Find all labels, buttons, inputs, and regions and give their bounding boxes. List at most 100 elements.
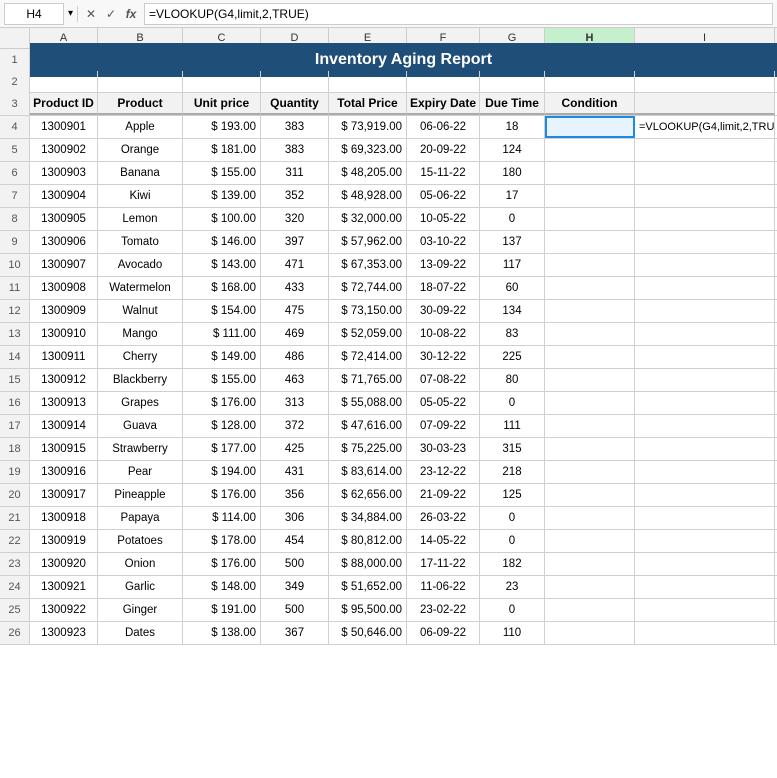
cell-expiry-date[interactable]: 11-06-22: [407, 576, 480, 598]
cell-quantity[interactable]: 469: [261, 323, 329, 345]
cell-unit-price[interactable]: $ 149.00: [183, 346, 261, 368]
cell-quantity[interactable]: 306: [261, 507, 329, 529]
cell-due-time[interactable]: 125: [480, 484, 545, 506]
cell-due-time[interactable]: 0: [480, 507, 545, 529]
cell-condition[interactable]: [545, 576, 635, 598]
cell-total-price[interactable]: $ 88,000.00: [329, 553, 407, 575]
cell-quantity[interactable]: 500: [261, 599, 329, 621]
cell-expiry-date[interactable]: 18-07-22: [407, 277, 480, 299]
cell-product-id[interactable]: 1300913: [30, 392, 98, 414]
cell-unit-price[interactable]: $ 146.00: [183, 231, 261, 253]
cancel-button[interactable]: ✕: [82, 4, 100, 24]
table-row[interactable]: 11 1300908 Watermelon $ 168.00 433 $ 72,…: [0, 277, 777, 300]
cell-unit-price[interactable]: $ 177.00: [183, 438, 261, 460]
cell-quantity[interactable]: 383: [261, 116, 329, 138]
cell-product[interactable]: Grapes: [98, 392, 183, 414]
cell-condition[interactable]: [545, 392, 635, 414]
cell-expiry-date[interactable]: 26-03-22: [407, 507, 480, 529]
cell-condition[interactable]: [545, 231, 635, 253]
cell-due-time[interactable]: 0: [480, 392, 545, 414]
cell-expiry-date[interactable]: 23-02-22: [407, 599, 480, 621]
cell-total-price[interactable]: $ 57,962.00: [329, 231, 407, 253]
cell-condition[interactable]: [545, 461, 635, 483]
cell-due-time[interactable]: 80: [480, 369, 545, 391]
table-row[interactable]: 17 1300914 Guava $ 128.00 372 $ 47,616.0…: [0, 415, 777, 438]
dropdown-icon[interactable]: ▾: [68, 8, 73, 19]
cell-condition[interactable]: [545, 369, 635, 391]
cell-total-price[interactable]: $ 62,656.00: [329, 484, 407, 506]
cell-quantity[interactable]: 349: [261, 576, 329, 598]
cell-condition[interactable]: [545, 622, 635, 644]
cell-expiry-date[interactable]: 13-09-22: [407, 254, 480, 276]
cell-product-id[interactable]: 1300919: [30, 530, 98, 552]
cell-unit-price[interactable]: $ 155.00: [183, 369, 261, 391]
cell-product[interactable]: Tomato: [98, 231, 183, 253]
table-row[interactable]: 26 1300923 Dates $ 138.00 367 $ 50,646.0…: [0, 622, 777, 645]
cell-expiry-date[interactable]: 06-09-22: [407, 622, 480, 644]
cell-unit-price[interactable]: $ 176.00: [183, 484, 261, 506]
cell-total-price[interactable]: $ 73,150.00: [329, 300, 407, 322]
cell-quantity[interactable]: 433: [261, 277, 329, 299]
table-row[interactable]: 16 1300913 Grapes $ 176.00 313 $ 55,088.…: [0, 392, 777, 415]
cell-quantity[interactable]: 320: [261, 208, 329, 230]
cell-total-price[interactable]: $ 72,744.00: [329, 277, 407, 299]
cell-unit-price[interactable]: $ 176.00: [183, 392, 261, 414]
table-row[interactable]: 13 1300910 Mango $ 111.00 469 $ 52,059.0…: [0, 323, 777, 346]
cell-unit-price[interactable]: $ 114.00: [183, 507, 261, 529]
cell-due-time[interactable]: 315: [480, 438, 545, 460]
table-row[interactable]: 15 1300912 Blackberry $ 155.00 463 $ 71,…: [0, 369, 777, 392]
cell-product-id[interactable]: 1300908: [30, 277, 98, 299]
cell-unit-price[interactable]: $ 178.00: [183, 530, 261, 552]
cell-product[interactable]: Walnut: [98, 300, 183, 322]
cell-quantity[interactable]: 352: [261, 185, 329, 207]
cell-product[interactable]: Ginger: [98, 599, 183, 621]
table-row[interactable]: 20 1300917 Pineapple $ 176.00 356 $ 62,6…: [0, 484, 777, 507]
cell-quantity[interactable]: 383: [261, 139, 329, 161]
cell-expiry-date[interactable]: 06-06-22: [407, 116, 480, 138]
cell-due-time[interactable]: 60: [480, 277, 545, 299]
cell-product-id[interactable]: 1300905: [30, 208, 98, 230]
cell-product[interactable]: Pineapple: [98, 484, 183, 506]
cell-product-id[interactable]: 1300923: [30, 622, 98, 644]
cell-condition[interactable]: [545, 530, 635, 552]
cell-total-price[interactable]: $ 51,652.00: [329, 576, 407, 598]
header-total-price[interactable]: Total Price: [329, 93, 407, 115]
cell-quantity[interactable]: 397: [261, 231, 329, 253]
cell-unit-price[interactable]: $ 139.00: [183, 185, 261, 207]
cell-quantity[interactable]: 313: [261, 392, 329, 414]
cell-total-price[interactable]: $ 52,059.00: [329, 323, 407, 345]
cell-product-id[interactable]: 1300903: [30, 162, 98, 184]
table-row[interactable]: 18 1300915 Strawberry $ 177.00 425 $ 75,…: [0, 438, 777, 461]
cell-total-price[interactable]: $ 47,616.00: [329, 415, 407, 437]
table-row[interactable]: 6 1300903 Banana $ 155.00 311 $ 48,205.0…: [0, 162, 777, 185]
cell-condition[interactable]: [545, 323, 635, 345]
cell-product-id[interactable]: 1300914: [30, 415, 98, 437]
cell-condition[interactable]: [545, 162, 635, 184]
confirm-button[interactable]: ✓: [102, 4, 120, 24]
cell-expiry-date[interactable]: 30-12-22: [407, 346, 480, 368]
table-row[interactable]: 7 1300904 Kiwi $ 139.00 352 $ 48,928.00 …: [0, 185, 777, 208]
cell-unit-price[interactable]: $ 181.00: [183, 139, 261, 161]
cell-total-price[interactable]: $ 73,919.00: [329, 116, 407, 138]
cell-unit-price[interactable]: $ 128.00: [183, 415, 261, 437]
cell-quantity[interactable]: 372: [261, 415, 329, 437]
cell-due-time[interactable]: 182: [480, 553, 545, 575]
cell-product[interactable]: Guava: [98, 415, 183, 437]
table-row[interactable]: 9 1300906 Tomato $ 146.00 397 $ 57,962.0…: [0, 231, 777, 254]
cell-quantity[interactable]: 471: [261, 254, 329, 276]
cell-unit-price[interactable]: $ 148.00: [183, 576, 261, 598]
table-row[interactable]: 14 1300911 Cherry $ 149.00 486 $ 72,414.…: [0, 346, 777, 369]
cell-total-price[interactable]: $ 55,088.00: [329, 392, 407, 414]
header-due-time[interactable]: Due Time: [480, 93, 545, 115]
table-row[interactable]: 8 1300905 Lemon $ 100.00 320 $ 32,000.00…: [0, 208, 777, 231]
cell-expiry-date[interactable]: 17-11-22: [407, 553, 480, 575]
cell-product-id[interactable]: 1300915: [30, 438, 98, 460]
table-row[interactable]: 19 1300916 Pear $ 194.00 431 $ 83,614.00…: [0, 461, 777, 484]
cell-condition[interactable]: [545, 415, 635, 437]
cell-product[interactable]: Blackberry: [98, 369, 183, 391]
cell-total-price[interactable]: $ 95,500.00: [329, 599, 407, 621]
cell-product[interactable]: Papaya: [98, 507, 183, 529]
cell-expiry-date[interactable]: 05-06-22: [407, 185, 480, 207]
cell-quantity[interactable]: 486: [261, 346, 329, 368]
cell-unit-price[interactable]: $ 154.00: [183, 300, 261, 322]
